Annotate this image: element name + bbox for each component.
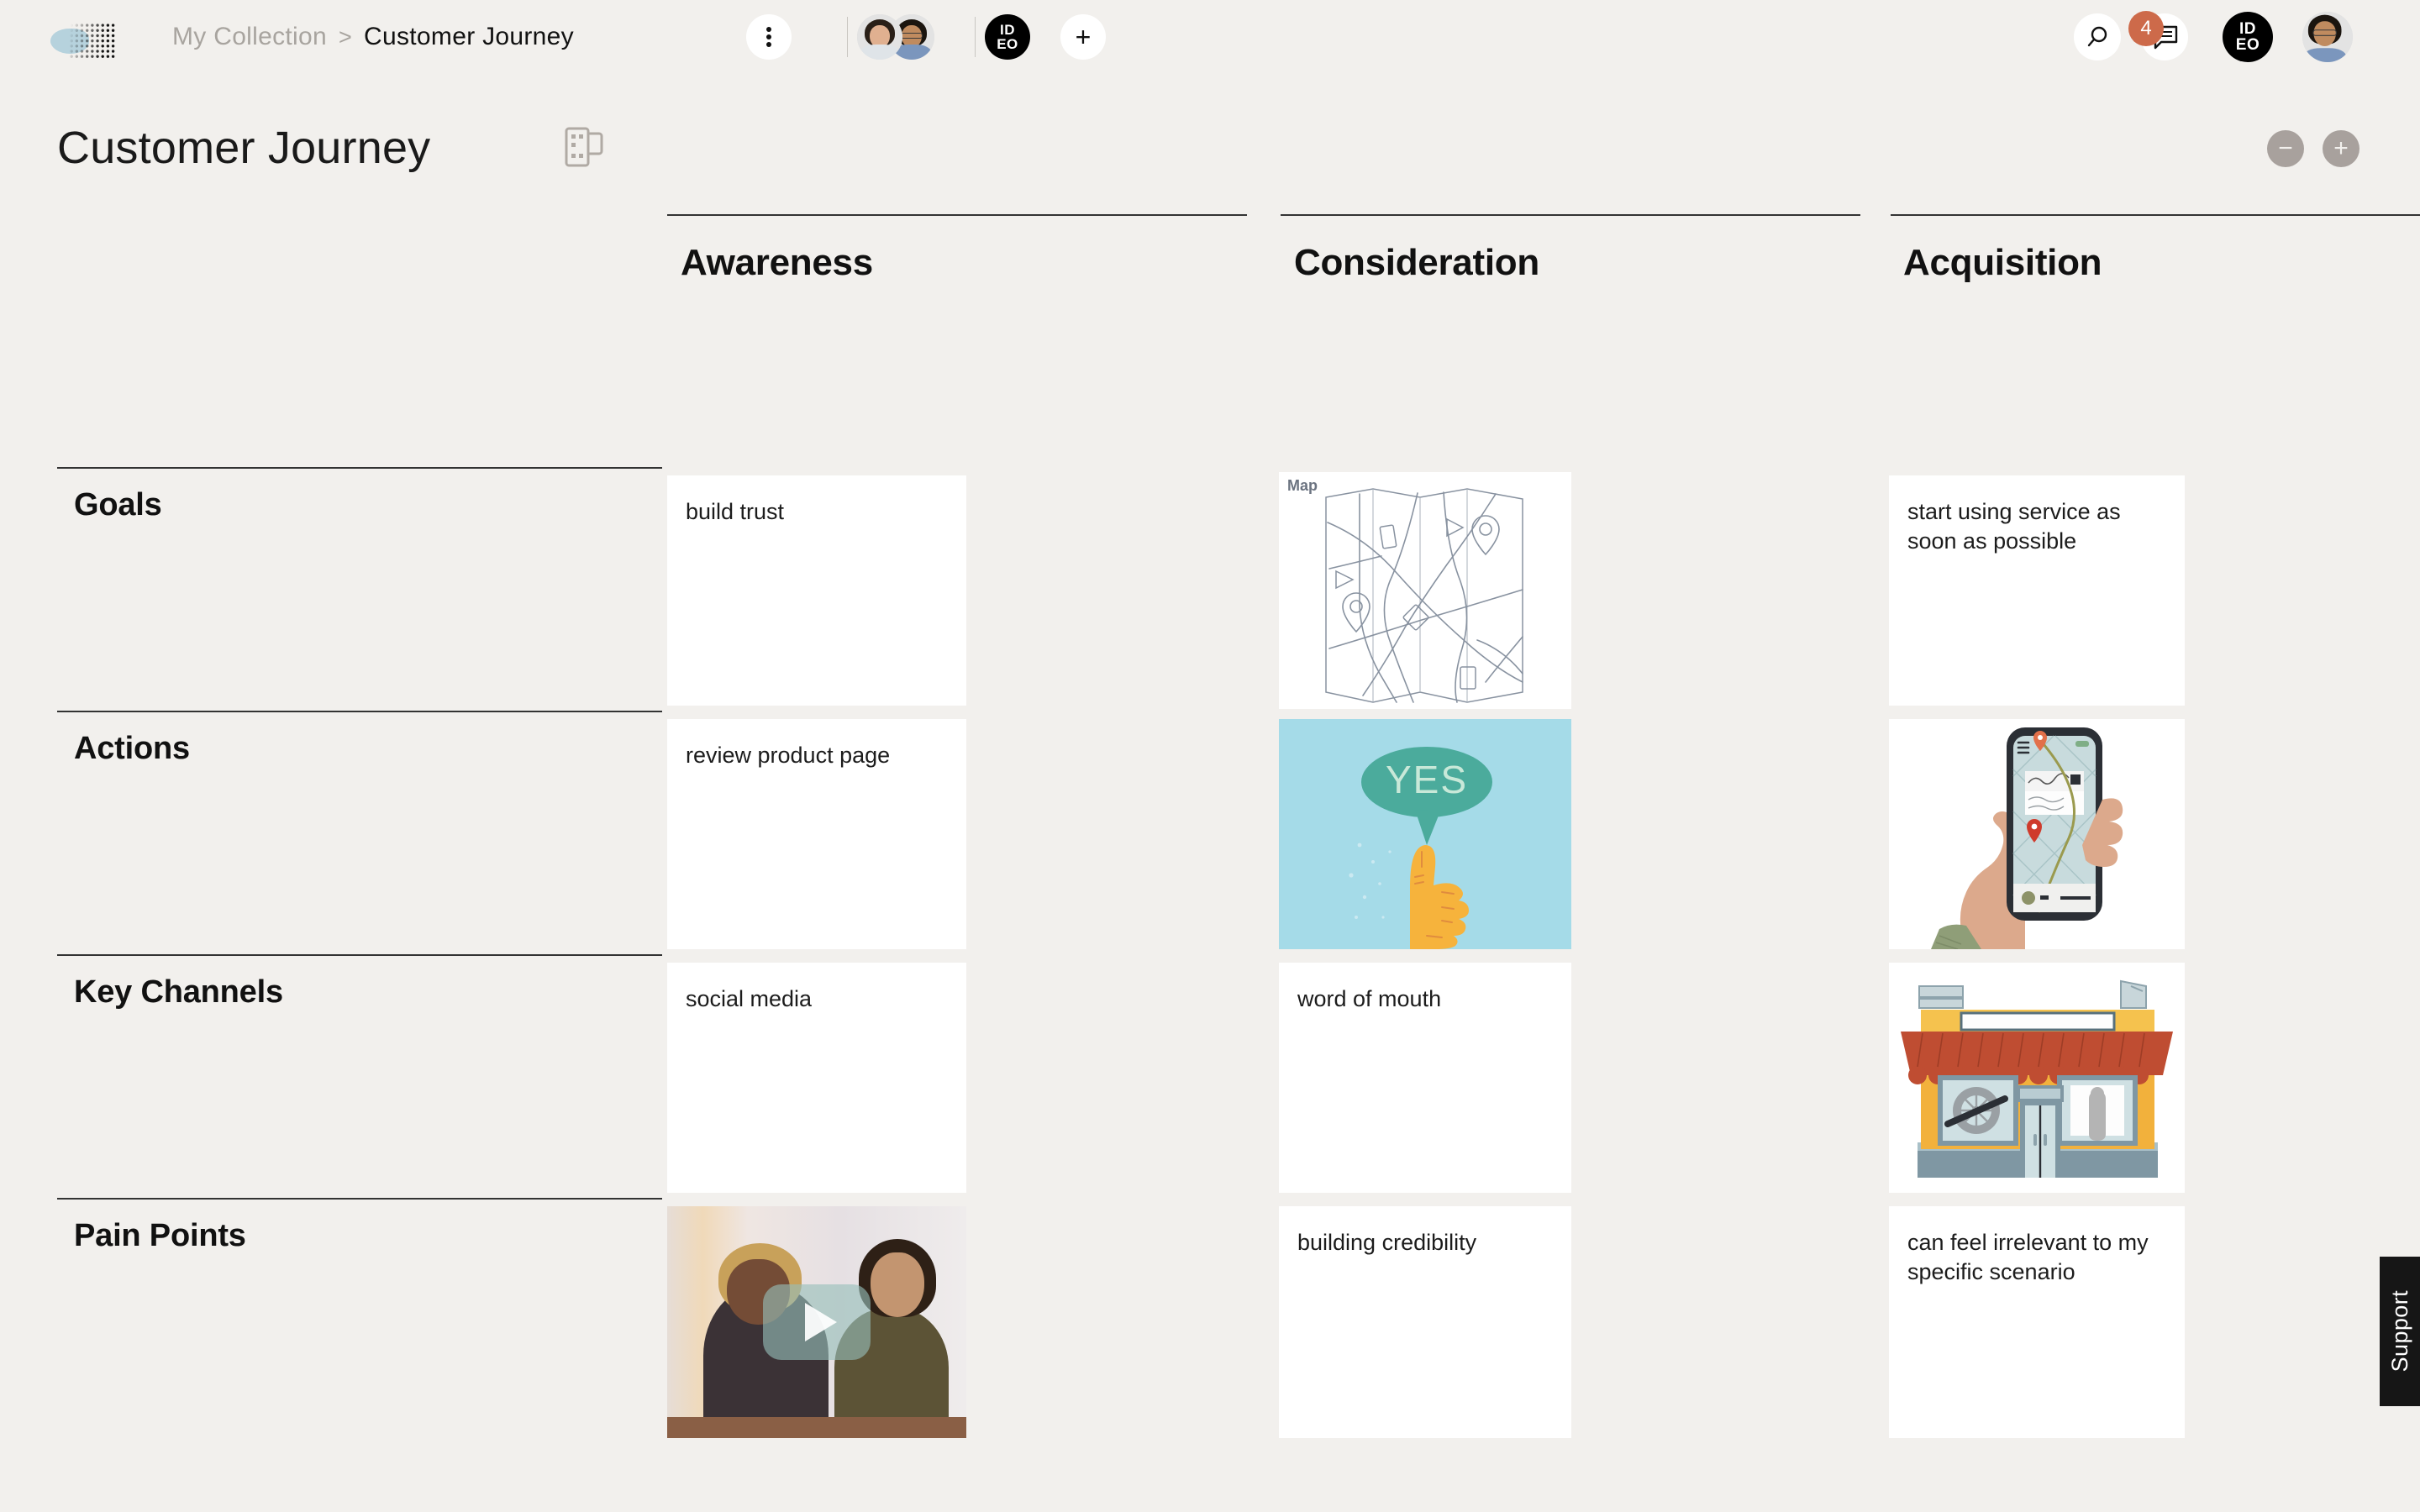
card-actions-awareness[interactable]: review product page [667,719,966,949]
card-actions-acquisition[interactable] [1889,719,2185,949]
row-label-pain-points: Pain Points [74,1218,246,1253]
card-actions-consideration[interactable]: YES [1279,719,1571,949]
row-rule [57,467,662,469]
card-text: word of mouth [1297,986,1442,1011]
storefront-illustration [1889,963,2185,1193]
card-key-channels-consideration[interactable]: word of mouth [1279,963,1571,1193]
card-key-channels-acquisition[interactable] [1889,963,2185,1193]
card-text: can feel irrelevant to my specific scena… [1907,1230,2149,1284]
row-rule [57,1198,662,1200]
card-text: social media [686,986,813,1011]
card-goals-consideration[interactable]: Map [1279,472,1571,709]
svg-text:YES: YES [1386,758,1468,801]
column-header-consideration: Consideration [1294,242,1539,283]
comments-count-badge: 4 [2128,11,2164,46]
play-button[interactable] [763,1284,871,1360]
card-text: build trust [686,499,785,524]
card-pain-points-acquisition[interactable]: can feel irrelevant to my specific scena… [1889,1206,2185,1438]
column-rule [667,214,1247,216]
collaborator-avatar-1[interactable] [857,14,902,60]
row-rule [57,711,662,712]
column-header-awareness: Awareness [681,242,873,283]
row-label-goals: Goals [74,487,162,522]
row-label-key-channels: Key Channels [74,974,283,1010]
journey-board: Awareness Consideration Acquisition Goal… [0,0,2420,1512]
play-icon [805,1303,837,1341]
card-text: review product page [686,743,891,768]
thumbs-up-yes-illustration: YES [1279,719,1571,949]
column-rule [1891,214,2420,216]
card-pain-points-consideration[interactable]: building credibility [1279,1206,1571,1438]
card-goals-awareness[interactable]: build trust [667,475,966,706]
card-key-channels-awareness[interactable]: social media [667,963,966,1193]
support-tab[interactable]: Support [2380,1257,2420,1406]
hand-holding-phone-map-illustration [1889,719,2185,949]
two-women-meeting-video-thumbnail[interactable] [667,1206,966,1438]
card-text: start using service as soon as possible [1907,499,2121,554]
card-pain-points-awareness[interactable] [667,1206,966,1438]
folded-paper-map-illustration: Map [1279,472,1571,709]
map-caption: Map [1287,477,1318,494]
card-text: building credibility [1297,1230,1477,1255]
card-goals-acquisition[interactable]: start using service as soon as possible [1889,475,2185,706]
row-label-actions: Actions [74,731,190,766]
column-header-acquisition: Acquisition [1903,242,2102,283]
column-rule [1281,214,1860,216]
support-tab-label: Support [2386,1290,2412,1373]
row-rule [57,954,662,956]
